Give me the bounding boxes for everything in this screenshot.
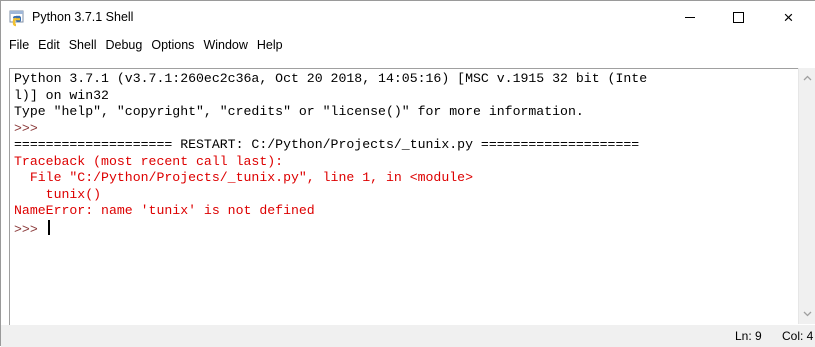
shell-prompt: >>>	[14, 221, 46, 237]
menu-file[interactable]: File	[5, 38, 34, 52]
maximize-icon	[733, 12, 744, 23]
menu-edit[interactable]: Edit	[34, 38, 65, 52]
restart-banner: ==================== RESTART: C:/Python/…	[14, 137, 640, 152]
status-bar: Ln: 9 Col: 4	[1, 325, 815, 347]
menu-window[interactable]: Window	[199, 38, 252, 52]
traceback-line: Traceback (most recent call last):	[14, 153, 284, 169]
vertical-scrollbar[interactable]	[798, 68, 815, 324]
python-idle-icon	[9, 10, 24, 27]
close-icon: ×	[783, 7, 794, 27]
shell-line: Python 3.7.1 (v3.7.1:260ec2c36a, Oct 20 …	[14, 71, 648, 86]
window-title: Python 3.7.1 Shell	[32, 10, 134, 24]
maximize-button[interactable]	[716, 1, 761, 34]
shell-line: l)] on win32	[14, 87, 109, 103]
shell-prompt: >>>	[14, 120, 46, 136]
menu-options[interactable]: Options	[147, 38, 199, 52]
scroll-down-icon[interactable]	[799, 306, 815, 322]
idle-shell-window: Python 3.7.1 Shell × File Edit Shell Deb…	[0, 0, 815, 347]
menu-bar: File Edit Shell Debug Options Window Hel…	[1, 36, 815, 54]
scroll-up-icon[interactable]	[799, 70, 815, 86]
column-number: Col: 4	[782, 329, 814, 343]
menu-shell[interactable]: Shell	[65, 38, 102, 52]
traceback-line: File "C:/Python/Projects/_tunix.py", lin…	[14, 170, 473, 185]
text-cursor	[47, 219, 50, 235]
line-number: Ln: 9	[735, 329, 762, 343]
error-message: NameError: name 'tunix' is not defined	[14, 203, 315, 218]
minimize-icon	[684, 17, 695, 18]
traceback-line: tunix()	[14, 186, 102, 202]
minimize-button[interactable]	[667, 1, 712, 34]
shell-text-area[interactable]: Python 3.7.1 (v3.7.1:260ec2c36a, Oct 20 …	[9, 68, 798, 326]
menu-help[interactable]: Help	[253, 38, 288, 52]
close-button[interactable]: ×	[766, 1, 811, 34]
shell-line: Type "help", "copyright", "credits" or "…	[14, 104, 584, 119]
menu-debug[interactable]: Debug	[102, 38, 148, 52]
title-bar[interactable]: Python 3.7.1 Shell ×	[1, 1, 815, 36]
input-line[interactable]: >>>	[14, 219, 798, 237]
